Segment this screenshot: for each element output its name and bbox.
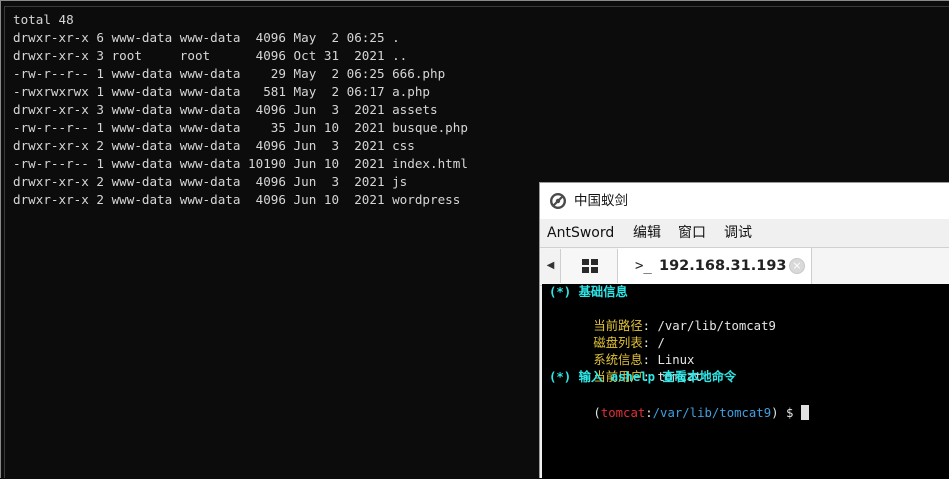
antsword-logo-icon <box>549 192 567 210</box>
terminal-line: -rw-r--r-- 1 www-data www-data 35 Jun 10… <box>13 120 468 135</box>
terminal-lines: total 48 drwxr-xr-x 6 www-data www-data … <box>13 11 468 209</box>
tab-bar: ◀ >_ 192.168.31.193 × <box>540 247 949 286</box>
menu-window[interactable]: 窗口 <box>678 224 706 242</box>
prompt-path: /var/lib/tomcat9 <box>652 406 772 420</box>
tab-label: 192.168.31.193 <box>659 258 787 274</box>
help-hint: (*) 输入 ashelp 查看本地命令 <box>549 370 737 384</box>
terminal-line: -rw-r--r-- 1 www-data www-data 10190 Jun… <box>13 156 468 171</box>
chevron-left-icon: ◀ <box>546 260 555 271</box>
terminal-line: -rw-r--r-- 1 www-data www-data 29 May 2 … <box>13 66 446 81</box>
terminal-line: drwxr-xr-x 6 www-data www-data 4096 May … <box>13 30 400 45</box>
menu-debug[interactable]: 调试 <box>724 224 752 242</box>
info-value: /var/lib/tomcat9 <box>657 319 776 333</box>
tab-terminal-session[interactable]: >_ 192.168.31.193 × <box>618 248 812 284</box>
terminal-line: drwxr-xr-x 2 www-data www-data 4096 Jun … <box>13 174 408 189</box>
menu-bar: AntSword 编辑 窗口 调试 <box>540 219 949 247</box>
antsword-window[interactable]: 中国蚁剑 AntSword 编辑 窗口 调试 ◀ >_ 192.168.31.1… <box>539 182 949 479</box>
virtual-terminal[interactable]: (*) 基础信息 当前路径: /var/lib/tomcat9 磁盘列表: / … <box>542 284 949 479</box>
tab-home[interactable] <box>561 249 618 283</box>
title-bar[interactable]: 中国蚁剑 <box>540 183 949 219</box>
prompt-close-paren: ) <box>771 406 779 420</box>
terminal-prompt-icon: >_ <box>635 258 652 274</box>
menu-antsword[interactable]: AntSword <box>547 224 614 242</box>
prompt-open-paren: ( <box>593 406 601 420</box>
info-header: (*) 基础信息 <box>549 285 628 299</box>
prompt-colon: : <box>645 406 653 420</box>
menu-edit[interactable]: 编辑 <box>633 224 661 242</box>
window-title: 中国蚁剑 <box>574 193 628 209</box>
terminal-line: drwxr-xr-x 2 www-data www-data 4096 Jun … <box>13 192 461 207</box>
prompt-user: tomcat <box>600 406 646 420</box>
tab-scroll-left-button[interactable]: ◀ <box>541 249 561 283</box>
terminal-line: drwxr-xr-x 3 www-data www-data 4096 Jun … <box>13 102 438 117</box>
terminal-line: -rwxrwxrwx 1 www-data www-data 581 May 2… <box>13 84 431 99</box>
terminal-line: drwxr-xr-x 2 www-data www-data 4096 Jun … <box>13 138 415 153</box>
terminal-line: total 48 <box>13 12 74 27</box>
text-cursor[interactable] <box>800 405 809 420</box>
terminal-line: drwxr-xr-x 3 root root 4096 Oct 31 2021 … <box>13 48 408 63</box>
shell-prompt[interactable]: (tomcat:/var/lib/tomcat9) $ <box>549 388 809 439</box>
close-icon[interactable]: × <box>789 258 805 274</box>
